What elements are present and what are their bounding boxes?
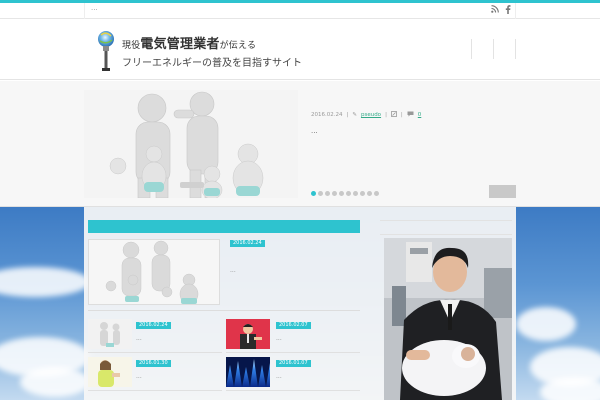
post-card[interactable]: 2016.01.30 ... [88,357,222,391]
header-divider [471,39,472,59]
slider-dot[interactable] [367,191,372,196]
content-area: 2016.02.24 ... 2016.02.24 ... 2016.02.07… [84,207,516,400]
cloud [516,307,576,341]
slide-meta: 2016.02.24 | ✎ pseudo | | 0 [311,111,421,119]
post-excerpt: ... [276,335,282,342]
cloud [0,267,90,297]
slider-dot[interactable] [353,191,358,196]
slider-dot[interactable] [360,191,365,196]
slider-dot[interactable] [339,191,344,196]
header-divider [515,39,516,59]
slide-comment-count[interactable]: 0 [418,112,422,118]
meta-divider: | [385,112,387,118]
slider-dot[interactable] [374,191,379,196]
featured-post[interactable]: 2016.02.24 ... [88,239,360,311]
site-header: 現役電気管理業者が伝える フリーエネルギーの普及を目指すサイト [0,19,600,80]
post-card[interactable]: 2016.02.24 ... [88,319,222,353]
site-tagline: フリーエネルギーの普及を目指すサイト [122,58,302,69]
slider-pagination [311,191,379,196]
slider-next-button[interactable] [489,185,516,198]
social-icons [491,5,511,18]
site-title-prefix: 現役 [122,41,141,51]
post-thumbnail[interactable] [226,319,270,349]
post-date: 2016.02.07 [276,322,311,329]
site-title-main: 電気管理業者 [140,37,220,52]
site-title-suffix: が伝える [219,41,257,51]
meta-divider: | [400,112,403,118]
post-card[interactable]: 2016.01.07 ... [226,357,360,391]
profile-photo[interactable] [384,238,512,400]
slider-dot[interactable] [332,191,337,196]
slide-date: 2016.02.24 [311,112,343,118]
facebook-icon[interactable] [505,5,511,18]
site-title[interactable]: 現役電気管理業者が伝える [122,33,256,52]
slider-dot[interactable] [318,191,323,196]
featured-slider: 2016.02.24 | ✎ pseudo | | 0 ... [0,81,600,207]
rss-icon[interactable] [491,5,499,18]
section-heading-bar [88,220,360,233]
post-thumbnail[interactable] [226,357,270,387]
post-card[interactable]: 2016.02.07 ... [226,319,360,353]
top-bar-inner: ... [84,3,516,19]
slide-image[interactable] [84,90,298,198]
featured-post-thumbnail[interactable] [88,239,220,305]
post-date: 2016.01.07 [276,360,311,367]
pencil-icon: ✎ [352,112,357,118]
slider-dot[interactable] [311,191,316,196]
post-date: 2016.01.30 [136,360,171,367]
slide-author-link[interactable]: pseudo [361,112,381,118]
slider-dot[interactable] [346,191,351,196]
featured-post-excerpt: ... [230,267,236,274]
top-bar-text: ... [91,4,98,12]
header-divider [493,39,494,59]
sidebar-divider [380,234,512,235]
meta-divider: | [346,112,349,118]
cloud [20,367,90,397]
folder-icon [391,111,397,119]
sidebar [380,220,512,400]
lightbulb-logo-icon[interactable] [96,29,116,73]
sidebar-divider [380,220,512,221]
top-bar: ... [0,3,600,19]
post-excerpt: ... [136,373,142,380]
post-thumbnail[interactable] [88,357,132,387]
post-thumbnail[interactable] [88,319,132,349]
slider-dot[interactable] [325,191,330,196]
slide-title[interactable]: ... [311,127,318,135]
post-excerpt: ... [136,335,142,342]
post-excerpt: ... [276,373,282,380]
post-date: 2016.02.24 [136,322,171,329]
comment-icon [407,111,414,119]
featured-post-date: 2016.02.24 [230,240,265,247]
